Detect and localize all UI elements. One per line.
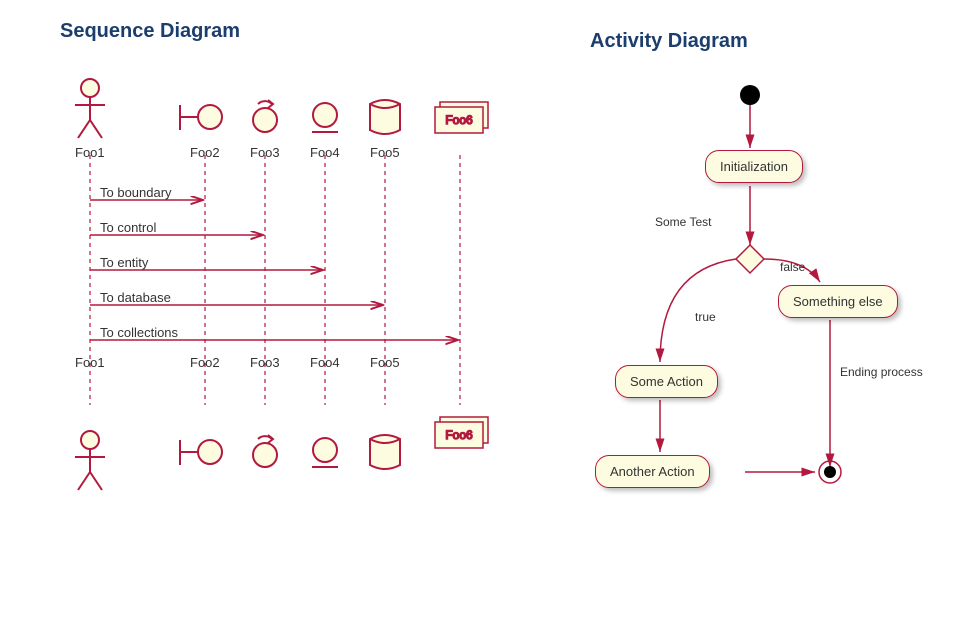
message-label: To database — [100, 290, 171, 305]
ending-process-label: Ending process — [840, 365, 923, 379]
svg-text:Foo6: Foo6 — [445, 428, 473, 442]
activity-node-init: Initialization — [705, 150, 803, 183]
database-icon-bottom — [370, 435, 400, 469]
entity-icon-bottom — [312, 438, 338, 467]
participant-label-bottom: Foo5 — [370, 355, 400, 370]
actor-icon-bottom — [75, 431, 105, 490]
entity-icon — [312, 103, 338, 132]
activity-node-another-action: Another Action — [595, 455, 710, 488]
participant-label: Foo4 — [310, 145, 340, 160]
decision-label: Some Test — [655, 215, 711, 229]
message-label: To entity — [100, 255, 148, 270]
participant-label-bottom: Foo3 — [250, 355, 280, 370]
participant-label-bottom: Foo4 — [310, 355, 340, 370]
participant-label: Foo1 — [75, 145, 105, 160]
participant-label: Foo2 — [190, 145, 220, 160]
sequence-diagram: Foo6 Foo6 — [40, 60, 600, 620]
activity-title: Activity Diagram — [590, 30, 748, 53]
svg-text:Foo6: Foo6 — [445, 113, 473, 127]
message-label: To collections — [100, 325, 178, 340]
activity-node-something-else: Something else — [778, 285, 898, 318]
branch-false-label: false — [780, 260, 805, 274]
message-label: To control — [100, 220, 156, 235]
sequence-title: Sequence Diagram — [60, 20, 240, 43]
boundary-icon — [180, 105, 222, 130]
branch-true-label: true — [695, 310, 716, 324]
boundary-icon-bottom — [180, 440, 222, 465]
collections-icon-bottom: Foo6 — [435, 417, 488, 448]
message-label: To boundary — [100, 185, 172, 200]
actor-icon — [75, 79, 105, 138]
database-icon — [370, 100, 400, 134]
participant-label-bottom: Foo2 — [190, 355, 220, 370]
activity-node-some-action: Some Action — [615, 365, 718, 398]
participant-label: Foo5 — [370, 145, 400, 160]
start-node-icon — [740, 85, 760, 105]
participant-label: Foo3 — [250, 145, 280, 160]
control-icon — [253, 100, 277, 132]
collections-icon: Foo6 — [435, 102, 488, 133]
decision-icon — [736, 245, 764, 273]
participant-label-bottom: Foo1 — [75, 355, 105, 370]
control-icon-bottom — [253, 435, 277, 467]
